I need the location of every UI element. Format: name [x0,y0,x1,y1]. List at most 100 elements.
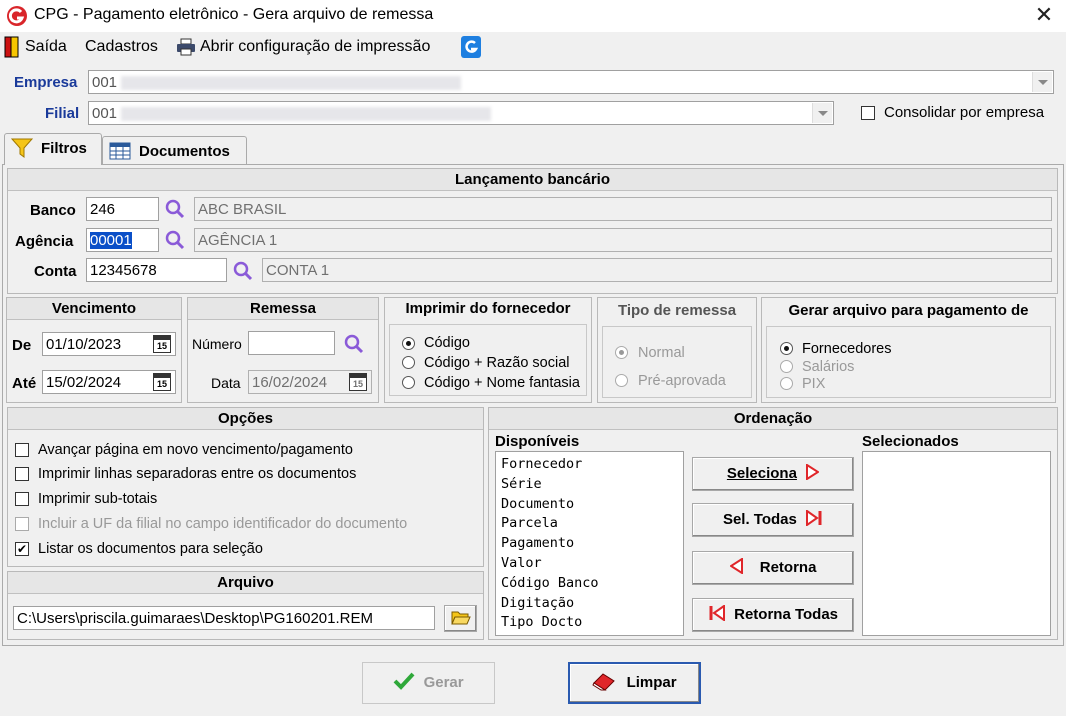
available-list[interactable]: Fornecedor Série Documento Parcela Pagam… [495,451,684,636]
empresa-name-redacted [121,76,461,90]
list-item[interactable]: Parcela [501,514,678,534]
empresa-label: Empresa [14,74,78,91]
arquivo-path-input[interactable]: C:\Users\priscila.guimaraes\Desktop\PG16… [13,606,435,630]
list-item[interactable]: Documento [501,495,678,515]
radio-normal-label: Normal [638,345,685,361]
de-label: De [12,337,32,354]
clear-button-label: Limpar [626,674,677,691]
search-icon[interactable] [165,230,185,250]
numero-input[interactable] [248,331,335,355]
gerar-para-title: Gerar arquivo para pagamento de [788,302,1029,319]
agencia-name: AGÊNCIA 1 [194,228,1052,252]
banco-label: Banco [30,202,76,219]
window-title: CPG - Pagamento eletrônico - Gera arquiv… [34,6,434,23]
tab-documentos[interactable]: Documentos [102,136,247,164]
tab-filtros-label: Filtros [41,140,87,157]
conta-label: Conta [34,263,77,280]
arrow-left-icon [728,557,743,575]
radio-salarios-label: Salários [802,359,855,375]
remessa-title: Remessa [188,298,378,320]
ordenacao-title: Ordenação [489,408,1057,430]
ate-date-input[interactable]: 15/02/2024 15 [42,370,176,394]
conta-input[interactable]: 12345678 [86,258,227,282]
clear-button[interactable]: Limpar [568,662,701,704]
list-item[interactable]: Tipo Docto [501,613,678,633]
option-avancar-checkbox[interactable] [15,443,29,457]
calendar-icon[interactable]: 15 [153,373,171,391]
arrow-left-end-icon [709,604,725,622]
radio-codigo-razao[interactable] [402,356,415,369]
app-logo-icon [7,6,27,26]
available-label: Disponíveis [495,433,580,450]
tab-documentos-label: Documentos [139,143,230,160]
option-uf-checkbox [15,517,29,531]
empresa-select[interactable]: 001 [88,70,1054,94]
filter-icon [11,138,33,158]
radio-fornecedores[interactable] [780,342,793,355]
radio-pre-aprovada-label: Pré-aprovada [638,373,726,389]
data-date-input: 16/02/2024 15 [248,370,372,394]
de-date-input[interactable]: 01/10/2023 15 [42,332,176,356]
select-button[interactable]: Seleciona [692,457,854,491]
vencimento-title: Vencimento [7,298,181,320]
browse-folder-button[interactable] [444,605,477,632]
option-subtotais-label: Imprimir sub-totais [38,491,158,507]
radio-codigo-label: Código [424,335,470,351]
option-linhas-checkbox[interactable] [15,467,29,481]
chevron-down-icon[interactable] [1032,72,1052,92]
filial-select[interactable]: 001 [88,101,834,125]
banco-input[interactable]: 246 [86,197,159,221]
bank-entry-title: Lançamento bancário [8,169,1057,191]
arrow-right-icon [806,463,820,481]
calendar-icon[interactable]: 15 [153,335,171,353]
title-bar: CPG - Pagamento eletrônico - Gera arquiv… [0,0,1066,32]
radio-codigo-fantasia[interactable] [402,376,415,389]
menu-registers[interactable]: Cadastros [85,38,158,56]
radio-pix [780,377,793,390]
folder-open-icon [450,611,471,625]
agencia-value: 00001 [90,232,132,249]
selected-list[interactable] [862,451,1051,636]
chevron-down-icon[interactable] [812,103,832,123]
list-item[interactable]: Fornecedor [501,455,678,475]
radio-codigo-razao-label: Código + Razão social [424,355,570,371]
option-subtotais-checkbox[interactable] [15,492,29,506]
option-uf-label: Incluir a UF da filial no campo identifi… [38,516,408,532]
option-listar-checkbox[interactable]: ✔ [15,542,29,556]
return-button[interactable]: Retorna [692,551,854,585]
select-all-button[interactable]: Sel. Todas [692,503,854,537]
list-item[interactable]: Digitação [501,594,678,614]
return-button-label: Retorna [759,559,817,576]
filial-label: Filial [45,105,80,122]
list-item[interactable]: Pagamento [501,534,678,554]
option-linhas-label: Imprimir linhas separadoras entre os doc… [38,466,357,482]
agencia-input[interactable]: 00001 [86,228,159,252]
generate-button[interactable]: Gerar [362,662,495,704]
search-icon[interactable] [233,261,253,281]
tipo-remessa-title: Tipo de remessa [617,302,737,319]
agencia-label: Agência [15,233,74,250]
radio-pre-aprovada [615,374,628,387]
filial-code: 001 [92,105,118,122]
arrow-right-end-icon [806,509,822,527]
list-item[interactable]: Série [501,475,678,495]
de-date-value: 01/10/2023 [46,336,122,353]
checkmark-icon: ✔ [16,542,28,556]
radio-codigo-fantasia-label: Código + Nome fantasia [424,375,580,391]
exit-door-icon [4,36,19,58]
select-button-label: Seleciona [726,465,797,482]
search-icon[interactable] [344,334,364,354]
return-all-button[interactable]: Retorna Todas [692,598,854,632]
arquivo-title: Arquivo [8,572,483,594]
search-icon[interactable] [165,199,185,219]
tab-filtros[interactable]: Filtros [4,133,102,165]
close-button[interactable]: ✕ [1032,3,1056,27]
banco-name: ABC BRASIL [194,197,1052,221]
list-item[interactable]: Código Banco [501,574,678,594]
radio-codigo[interactable] [402,337,415,350]
list-item[interactable]: Valor [501,554,678,574]
consolidate-checkbox[interactable] [861,106,875,120]
menu-exit[interactable]: Saída [25,38,67,56]
g-logo-icon[interactable] [461,36,481,58]
menu-print-config[interactable]: Abrir configuração de impressão [200,38,430,56]
